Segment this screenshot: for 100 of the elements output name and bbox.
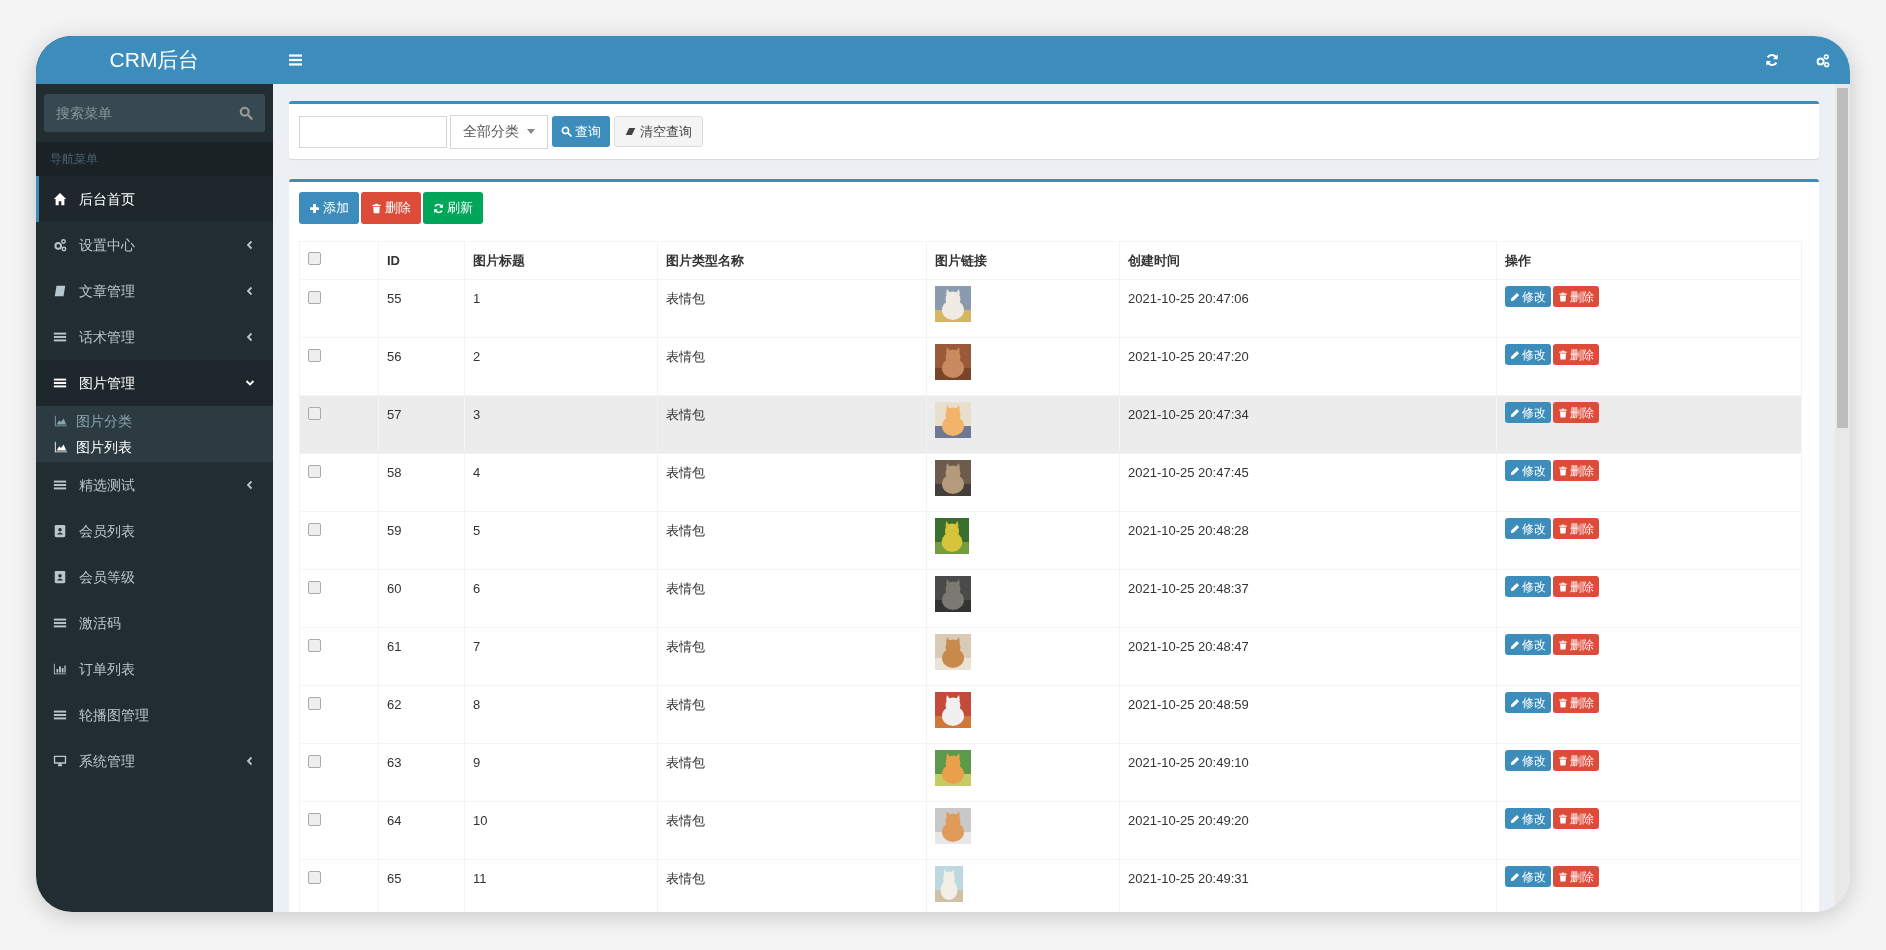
eraser-icon (625, 126, 636, 137)
pencil-icon (1510, 755, 1520, 766)
table-cell: 表情包 (657, 337, 927, 396)
delete-button[interactable]: 删除 (1553, 634, 1599, 655)
menu-item[interactable]: 会员等级 (36, 554, 273, 600)
clear-query-button[interactable]: 清空查询 (614, 116, 703, 147)
refresh-icon (433, 202, 444, 214)
edit-button[interactable]: 修改 (1505, 576, 1551, 597)
pencil-icon (1510, 291, 1520, 302)
table-cell: 表情包 (657, 743, 927, 802)
chevron-left-icon (245, 286, 255, 296)
edit-button[interactable]: 修改 (1505, 692, 1551, 713)
checkbox[interactable] (308, 465, 321, 478)
table-cell: 表情包 (657, 627, 927, 686)
checkbox[interactable] (308, 581, 321, 594)
table-cell: 8 (464, 685, 658, 744)
table-cell: 63 (378, 743, 465, 802)
chevron-left-icon (245, 756, 255, 766)
checkbox[interactable] (308, 639, 321, 652)
delete-button[interactable]: 删除 (1553, 808, 1599, 829)
table-cell: 55 (378, 279, 465, 338)
edit-button[interactable]: 修改 (1505, 866, 1551, 887)
menu-item[interactable]: 精选测试 (36, 462, 273, 508)
table-cell: 表情包 (657, 801, 927, 860)
delete-button[interactable]: 删除 (1553, 402, 1599, 423)
delete-button[interactable]: 删除 (1553, 344, 1599, 365)
edit-button[interactable]: 修改 (1505, 402, 1551, 423)
table-cell: 64 (378, 801, 465, 860)
list-icon (53, 478, 67, 492)
trash-icon (1558, 697, 1568, 708)
menu-item[interactable]: 轮播图管理 (36, 692, 273, 738)
trash-icon (1558, 755, 1568, 766)
delete-button[interactable]: 删除 (1553, 692, 1599, 713)
list-icon (53, 616, 67, 630)
trash-icon (1558, 465, 1568, 476)
trash-icon (1558, 813, 1568, 824)
menu-item[interactable]: 图片管理 (36, 360, 273, 406)
trash-icon (1558, 639, 1568, 650)
delete-button[interactable]: 删除 (1553, 750, 1599, 771)
table-cell: 2021-10-25 20:49:10 (1119, 743, 1497, 802)
keyword-field[interactable] (299, 115, 447, 148)
edit-button[interactable]: 修改 (1505, 808, 1551, 829)
search-icon (561, 126, 572, 137)
trash-icon (371, 202, 382, 214)
trash-icon (1558, 523, 1568, 534)
edit-button[interactable]: 修改 (1505, 344, 1551, 365)
delete-button[interactable]: 删除 (1553, 286, 1599, 307)
trash-icon (1558, 349, 1568, 360)
menu-item[interactable]: 订单列表 (36, 646, 273, 692)
checkbox[interactable] (308, 523, 321, 536)
delete-button[interactable]: 删除 (1553, 866, 1599, 887)
submenu-item[interactable]: 图片列表 (36, 434, 273, 460)
menu-item[interactable]: 设置中心 (36, 222, 273, 268)
menu-item[interactable]: 文章管理 (36, 268, 273, 314)
checkbox[interactable] (308, 291, 321, 304)
refresh-button[interactable]: 刷新 (423, 192, 483, 224)
pencil-icon (1510, 407, 1520, 418)
menu-item[interactable]: 话术管理 (36, 314, 273, 360)
table-cell: 2021-10-25 20:47:20 (1119, 337, 1497, 396)
menu-item[interactable]: 系统管理 (36, 738, 273, 784)
delete-button[interactable]: 删除 (361, 192, 421, 224)
edit-button[interactable]: 修改 (1505, 518, 1551, 539)
trash-icon (1558, 291, 1568, 302)
menu-item[interactable]: 激活码 (36, 600, 273, 646)
checkbox[interactable] (308, 349, 321, 362)
edit-button[interactable]: 修改 (1505, 460, 1551, 481)
column-header: 图片类型名称 (657, 241, 927, 280)
table-cell: 6 (464, 569, 658, 628)
checkbox[interactable] (308, 813, 321, 826)
menu-icon (288, 54, 302, 66)
table-cell: 2021-10-25 20:49:20 (1119, 801, 1497, 860)
menu-item[interactable]: 后台首页 (36, 176, 273, 222)
submenu-item[interactable]: 图片分类 (36, 408, 273, 434)
monitor-icon (53, 754, 67, 768)
edit-button[interactable]: 修改 (1505, 286, 1551, 307)
pencil-icon (1510, 697, 1520, 708)
edit-button[interactable]: 修改 (1505, 634, 1551, 655)
delete-button[interactable]: 删除 (1553, 518, 1599, 539)
list-icon (53, 708, 67, 722)
category-dropdown[interactable]: 全部分类 (450, 114, 548, 149)
trash-icon (1558, 407, 1568, 418)
checkbox[interactable] (308, 755, 321, 768)
delete-button[interactable]: 删除 (1553, 576, 1599, 597)
menu-item[interactable]: 会员列表 (36, 508, 273, 554)
checkbox[interactable] (308, 251, 321, 265)
pencil-icon (1510, 639, 1520, 650)
checkbox[interactable] (308, 871, 321, 884)
checkbox[interactable] (308, 697, 321, 710)
table-cell: 表情包 (657, 279, 927, 338)
menu-search-field[interactable]: 搜索菜单 (44, 94, 265, 132)
edit-button[interactable]: 修改 (1505, 750, 1551, 771)
scrollbar-thumb[interactable] (1837, 88, 1848, 428)
add-button[interactable]: 添加 (299, 192, 359, 224)
contact-card-icon (53, 570, 67, 584)
table-cell: 10 (464, 801, 658, 860)
query-button[interactable]: 查询 (552, 116, 610, 147)
checkbox[interactable] (308, 407, 321, 420)
delete-button[interactable]: 删除 (1553, 460, 1599, 481)
table-cell: 57 (378, 395, 465, 454)
gears-icon (1814, 52, 1830, 68)
